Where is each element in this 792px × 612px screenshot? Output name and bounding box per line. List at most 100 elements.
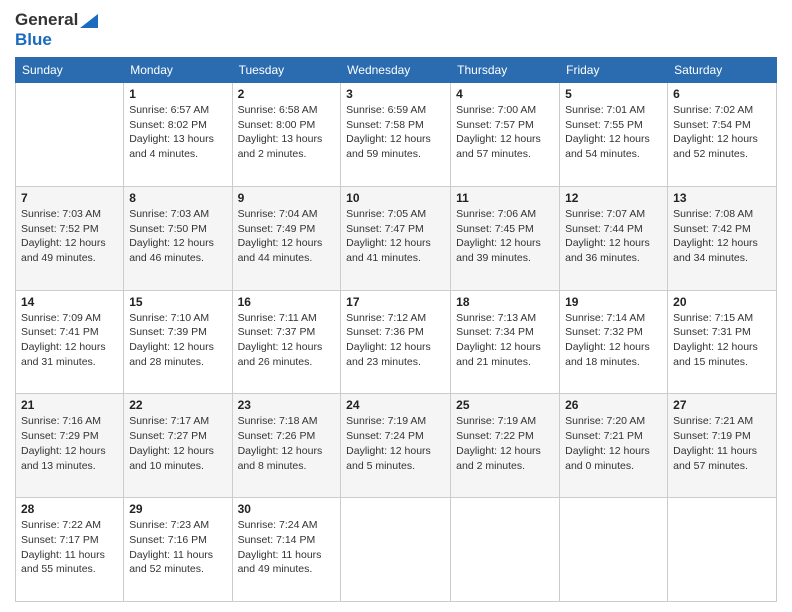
- calendar-cell: 11 Sunrise: 7:06 AMSunset: 7:45 PMDayligh…: [451, 186, 560, 290]
- day-number: 8: [129, 191, 226, 205]
- day-number: 17: [346, 295, 445, 309]
- calendar-cell: 2 Sunrise: 6:58 AMSunset: 8:00 PMDaylight…: [232, 83, 341, 187]
- cell-info: Sunrise: 7:19 AMSunset: 7:22 PMDaylight:…: [456, 414, 554, 473]
- logo: General Blue: [15, 10, 98, 49]
- cell-info: Sunrise: 7:20 AMSunset: 7:21 PMDaylight:…: [565, 414, 662, 473]
- calendar-week-row: 21 Sunrise: 7:16 AMSunset: 7:29 PMDayligh…: [16, 394, 777, 498]
- cell-info: Sunrise: 7:08 AMSunset: 7:42 PMDaylight:…: [673, 207, 771, 266]
- weekday-header: Tuesday: [232, 58, 341, 83]
- day-number: 16: [238, 295, 336, 309]
- calendar-cell: 22Sunrise: 7:17 AMSunset: 7:27 PMDayligh…: [124, 394, 232, 498]
- day-number: 21: [21, 398, 118, 412]
- calendar-cell: 23 Sunrise: 7:18 AMSunset: 7:26 PMDayligh…: [232, 394, 341, 498]
- cell-info: Sunrise: 7:02 AMSunset: 7:54 PMDaylight:…: [673, 103, 771, 162]
- calendar-cell: 9Sunrise: 7:04 AMSunset: 7:49 PMDaylight…: [232, 186, 341, 290]
- day-number: 3: [346, 87, 445, 101]
- cell-info: Sunrise: 7:22 AMSunset: 7:17 PMDaylight:…: [21, 518, 118, 577]
- calendar-cell: 30 Sunrise: 7:24 AMSunset: 7:14 PMDayligh…: [232, 498, 341, 602]
- calendar-cell: 17 Sunrise: 7:12 AMSunset: 7:36 PMDayligh…: [341, 290, 451, 394]
- calendar-cell: 4 Sunrise: 7:00 AMSunset: 7:57 PMDaylight…: [451, 83, 560, 187]
- cell-info: Sunrise: 7:15 AMSunset: 7:31 PMDaylight:…: [673, 311, 771, 370]
- day-number: 1: [129, 87, 226, 101]
- calendar-week-row: 7 Sunrise: 7:03 AMSunset: 7:52 PMDaylight…: [16, 186, 777, 290]
- day-number: 13: [673, 191, 771, 205]
- calendar-cell: 3 Sunrise: 6:59 AMSunset: 7:58 PMDaylight…: [341, 83, 451, 187]
- cell-info: Sunrise: 7:03 AMSunset: 7:50 PMDaylight:…: [129, 207, 226, 266]
- day-number: 29: [129, 502, 226, 516]
- cell-info: Sunrise: 7:06 AMSunset: 7:45 PMDaylight:…: [456, 207, 554, 266]
- day-number: 7: [21, 191, 118, 205]
- weekday-header-row: SundayMondayTuesdayWednesdayThursdayFrid…: [16, 58, 777, 83]
- calendar-cell: 26 Sunrise: 7:20 AMSunset: 7:21 PMDayligh…: [560, 394, 668, 498]
- calendar-cell: 8 Sunrise: 7:03 AMSunset: 7:50 PMDaylight…: [124, 186, 232, 290]
- weekday-header: Friday: [560, 58, 668, 83]
- cell-info: Sunrise: 6:58 AMSunset: 8:00 PMDaylight:…: [238, 103, 336, 162]
- day-number: 14: [21, 295, 118, 309]
- calendar-cell: 14 Sunrise: 7:09 AMSunset: 7:41 PMDayligh…: [16, 290, 124, 394]
- calendar-cell: 20 Sunrise: 7:15 AMSunset: 7:31 PMDayligh…: [668, 290, 777, 394]
- day-number: 10: [346, 191, 445, 205]
- calendar-cell: 6 Sunrise: 7:02 AMSunset: 7:54 PMDaylight…: [668, 83, 777, 187]
- weekday-header: Monday: [124, 58, 232, 83]
- weekday-header: Wednesday: [341, 58, 451, 83]
- cell-info: Sunrise: 7:14 AMSunset: 7:32 PMDaylight:…: [565, 311, 662, 370]
- day-number: 30: [238, 502, 336, 516]
- cell-info: Sunrise: 7:23 AMSunset: 7:16 PMDaylight:…: [129, 518, 226, 577]
- calendar-cell: 16Sunrise: 7:11 AMSunset: 7:37 PMDayligh…: [232, 290, 341, 394]
- cell-info: Sunrise: 7:01 AMSunset: 7:55 PMDaylight:…: [565, 103, 662, 162]
- weekday-header: Thursday: [451, 58, 560, 83]
- day-number: 24: [346, 398, 445, 412]
- cell-info: Sunrise: 6:57 AMSunset: 8:02 PMDaylight:…: [129, 103, 226, 162]
- cell-info: Sunrise: 7:10 AMSunset: 7:39 PMDaylight:…: [129, 311, 226, 370]
- day-number: 15: [129, 295, 226, 309]
- calendar-cell: 29 Sunrise: 7:23 AMSunset: 7:16 PMDayligh…: [124, 498, 232, 602]
- day-number: 6: [673, 87, 771, 101]
- cell-info: Sunrise: 7:16 AMSunset: 7:29 PMDaylight:…: [21, 414, 118, 473]
- day-number: 27: [673, 398, 771, 412]
- cell-info: Sunrise: 7:17 AMSunset: 7:27 PMDaylight:…: [129, 414, 226, 473]
- cell-info: Sunrise: 7:07 AMSunset: 7:44 PMDaylight:…: [565, 207, 662, 266]
- cell-info: Sunrise: 7:12 AMSunset: 7:36 PMDaylight:…: [346, 311, 445, 370]
- cell-info: Sunrise: 7:24 AMSunset: 7:14 PMDaylight:…: [238, 518, 336, 577]
- day-number: 12: [565, 191, 662, 205]
- day-number: 18: [456, 295, 554, 309]
- calendar-cell: 10Sunrise: 7:05 AMSunset: 7:47 PMDayligh…: [341, 186, 451, 290]
- day-number: 9: [238, 191, 336, 205]
- day-number: 4: [456, 87, 554, 101]
- calendar-table: SundayMondayTuesdayWednesdayThursdayFrid…: [15, 57, 777, 602]
- calendar-cell: 13 Sunrise: 7:08 AMSunset: 7:42 PMDayligh…: [668, 186, 777, 290]
- calendar-cell: 5Sunrise: 7:01 AMSunset: 7:55 PMDaylight…: [560, 83, 668, 187]
- calendar-cell: [16, 83, 124, 187]
- calendar-week-row: 14 Sunrise: 7:09 AMSunset: 7:41 PMDayligh…: [16, 290, 777, 394]
- calendar-cell: 27 Sunrise: 7:21 AMSunset: 7:19 PMDayligh…: [668, 394, 777, 498]
- weekday-header: Saturday: [668, 58, 777, 83]
- cell-info: Sunrise: 7:21 AMSunset: 7:19 PMDaylight:…: [673, 414, 771, 473]
- cell-info: Sunrise: 7:19 AMSunset: 7:24 PMDaylight:…: [346, 414, 445, 473]
- day-number: 2: [238, 87, 336, 101]
- calendar-cell: 1 Sunrise: 6:57 AMSunset: 8:02 PMDaylight…: [124, 83, 232, 187]
- calendar-cell: 7 Sunrise: 7:03 AMSunset: 7:52 PMDaylight…: [16, 186, 124, 290]
- day-number: 11: [456, 191, 554, 205]
- calendar-week-row: 28 Sunrise: 7:22 AMSunset: 7:17 PMDayligh…: [16, 498, 777, 602]
- cell-info: Sunrise: 7:18 AMSunset: 7:26 PMDaylight:…: [238, 414, 336, 473]
- day-number: 20: [673, 295, 771, 309]
- calendar-cell: 15 Sunrise: 7:10 AMSunset: 7:39 PMDayligh…: [124, 290, 232, 394]
- cell-info: Sunrise: 7:13 AMSunset: 7:34 PMDaylight:…: [456, 311, 554, 370]
- calendar-cell: [560, 498, 668, 602]
- cell-info: Sunrise: 7:03 AMSunset: 7:52 PMDaylight:…: [21, 207, 118, 266]
- cell-info: Sunrise: 6:59 AMSunset: 7:58 PMDaylight:…: [346, 103, 445, 162]
- calendar-cell: 12 Sunrise: 7:07 AMSunset: 7:44 PMDayligh…: [560, 186, 668, 290]
- day-number: 23: [238, 398, 336, 412]
- calendar-cell: 21 Sunrise: 7:16 AMSunset: 7:29 PMDayligh…: [16, 394, 124, 498]
- day-number: 28: [21, 502, 118, 516]
- calendar-cell: [341, 498, 451, 602]
- calendar-cell: 18 Sunrise: 7:13 AMSunset: 7:34 PMDayligh…: [451, 290, 560, 394]
- cell-info: Sunrise: 7:09 AMSunset: 7:41 PMDaylight:…: [21, 311, 118, 370]
- calendar-cell: [668, 498, 777, 602]
- day-number: 26: [565, 398, 662, 412]
- calendar-cell: 19 Sunrise: 7:14 AMSunset: 7:32 PMDayligh…: [560, 290, 668, 394]
- day-number: 19: [565, 295, 662, 309]
- calendar-week-row: 1 Sunrise: 6:57 AMSunset: 8:02 PMDaylight…: [16, 83, 777, 187]
- cell-info: Sunrise: 7:00 AMSunset: 7:57 PMDaylight:…: [456, 103, 554, 162]
- calendar-cell: 28 Sunrise: 7:22 AMSunset: 7:17 PMDayligh…: [16, 498, 124, 602]
